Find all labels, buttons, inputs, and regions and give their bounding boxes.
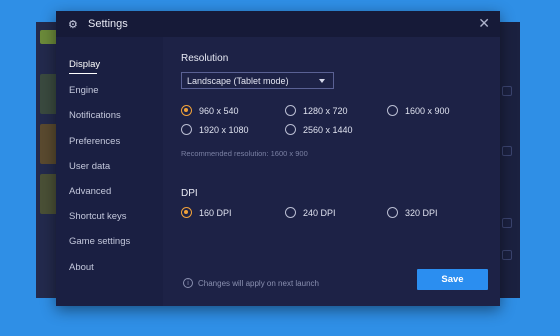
radio-icon (181, 124, 192, 135)
settings-content: Resolution Landscape (Tablet mode) 960 x… (163, 37, 500, 306)
settings-dialog: ⚙ Settings ✕ Display Engine Notification… (56, 11, 500, 306)
dpi-option-320[interactable]: 320 DPI (387, 207, 438, 218)
sidebar-item-display[interactable]: Display (69, 59, 100, 70)
radio-icon (181, 105, 192, 116)
radio-label: 1280 x 720 (303, 105, 348, 116)
resolution-option-1280x720[interactable]: 1280 x 720 (285, 105, 348, 116)
radio-icon (181, 207, 192, 218)
resolution-option-1600x900[interactable]: 1600 x 900 (387, 105, 450, 116)
radio-icon (285, 207, 296, 218)
radio-icon (285, 124, 296, 135)
orientation-mode-select[interactable]: Landscape (Tablet mode) (181, 72, 334, 89)
recommended-resolution-text: Recommended resolution: 1600 x 900 (181, 149, 308, 158)
save-button[interactable]: Save (417, 269, 488, 290)
resolution-option-960x540[interactable]: 960 x 540 (181, 105, 239, 116)
radio-label: 960 x 540 (199, 105, 239, 116)
sidebar-item-engine[interactable]: Engine (69, 85, 99, 96)
radio-label: 240 DPI (303, 207, 336, 218)
orientation-mode-value: Landscape (Tablet mode) (187, 75, 289, 86)
background-icon (502, 86, 512, 96)
dpi-title: DPI (181, 188, 198, 199)
dialog-titlebar: ⚙ Settings ✕ (56, 11, 500, 37)
background-icon (502, 218, 512, 228)
radio-label: 320 DPI (405, 207, 438, 218)
sidebar-item-game-settings[interactable]: Game settings (69, 236, 130, 247)
info-icon: i (183, 278, 193, 288)
close-icon[interactable]: ✕ (478, 16, 490, 30)
active-tab-indicator (69, 73, 97, 74)
radio-icon (387, 207, 398, 218)
sidebar-item-shortcut-keys[interactable]: Shortcut keys (69, 211, 127, 222)
radio-label: 2560 x 1440 (303, 124, 353, 135)
dpi-option-240[interactable]: 240 DPI (285, 207, 336, 218)
sidebar-item-preferences[interactable]: Preferences (69, 136, 120, 147)
restart-notice: i Changes will apply on next launch (183, 278, 319, 288)
dialog-title: Settings (88, 18, 128, 30)
background-icon (502, 250, 512, 260)
dpi-option-160[interactable]: 160 DPI (181, 207, 232, 218)
background-icon (502, 146, 512, 156)
caret-down-icon (319, 79, 325, 83)
sidebar-item-notifications[interactable]: Notifications (69, 110, 121, 121)
radio-icon (285, 105, 296, 116)
resolution-option-2560x1440[interactable]: 2560 x 1440 (285, 124, 353, 135)
radio-label: 1600 x 900 (405, 105, 450, 116)
resolution-title: Resolution (181, 53, 229, 64)
sidebar-item-user-data[interactable]: User data (69, 161, 110, 172)
restart-notice-text: Changes will apply on next launch (198, 278, 319, 288)
settings-sidebar: Display Engine Notifications Preferences… (56, 37, 163, 306)
resolution-option-1920x1080[interactable]: 1920 x 1080 (181, 124, 249, 135)
radio-label: 1920 x 1080 (199, 124, 249, 135)
sidebar-item-about[interactable]: About (69, 262, 94, 273)
sidebar-item-advanced[interactable]: Advanced (69, 186, 111, 197)
gear-icon: ⚙ (68, 18, 78, 31)
radio-label: 160 DPI (199, 207, 232, 218)
background-sidebar (36, 22, 60, 298)
radio-icon (387, 105, 398, 116)
